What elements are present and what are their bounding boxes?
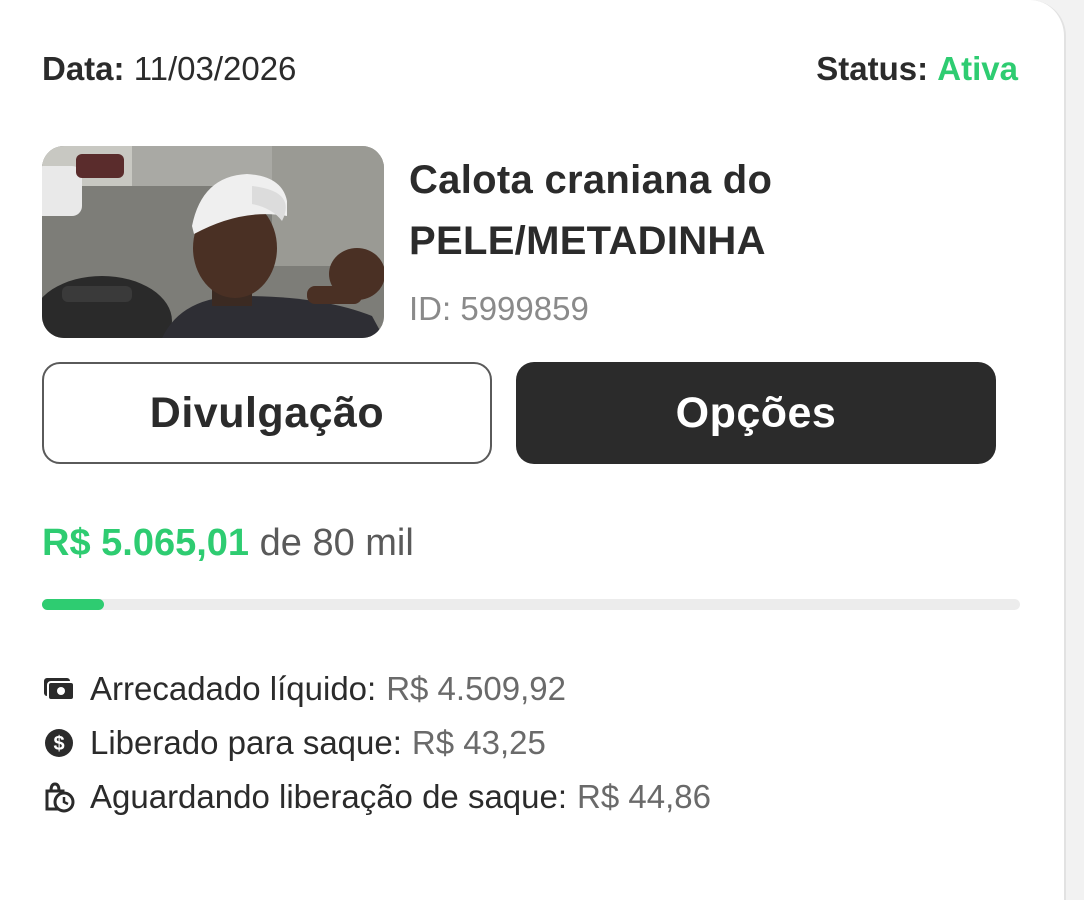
campaign-title-line1: Calota craniana do	[409, 158, 773, 202]
stat-label: Liberado para saque:	[90, 724, 402, 761]
svg-text:$: $	[53, 733, 64, 755]
stat-value: R$ 44,86	[577, 778, 711, 815]
stat-value: R$ 43,25	[411, 724, 546, 761]
options-button[interactable]: Opções	[516, 362, 996, 464]
status-badge: Ativa	[937, 50, 1018, 87]
campaign-thumbnail[interactable]	[42, 146, 384, 338]
campaign-title: Calota craniana do PELE/METADINHA	[409, 150, 1009, 272]
stat-row-pending: Aguardando liberação de saque: R$ 44,86	[42, 770, 711, 824]
stat-label: Arrecadado líquido:	[90, 670, 377, 707]
dollar-coin-icon: $	[42, 726, 76, 760]
stat-row-net-raised: Arrecadado líquido: R$ 4.509,92	[42, 662, 711, 716]
date-info: Data: 11/03/2026	[42, 50, 296, 88]
raised-amount: R$ 5.065,01	[42, 522, 250, 564]
campaign-title-line2: PELE/METADINHA	[409, 219, 766, 263]
goal-text: de 80 mil	[259, 522, 414, 564]
meta-row: Data: 11/03/2026 Status: Ativa	[42, 50, 1018, 88]
progress-bar-fill	[42, 599, 104, 610]
share-button[interactable]: Divulgação	[42, 362, 492, 464]
campaign-photo-image	[42, 146, 384, 338]
money-icon	[42, 672, 76, 706]
status-label: Status:	[816, 50, 929, 87]
stats-list: Arrecadado líquido: R$ 4.509,92 $ Libera…	[42, 662, 711, 824]
progress-summary: R$ 5.065,01 de 80 mil	[42, 522, 414, 565]
campaign-card: Data: 11/03/2026 Status: Ativa Calota cr…	[0, 0, 1066, 900]
stat-label: Aguardando liberação de saque:	[90, 778, 568, 815]
progress-bar	[42, 599, 1020, 610]
stat-row-released: $ Liberado para saque: R$ 43,25	[42, 716, 711, 770]
campaign-id: ID: 5999859	[409, 290, 589, 327]
stat-value: R$ 4.509,92	[386, 670, 567, 707]
bag-clock-icon	[42, 780, 76, 814]
date-value: 11/03/2026	[133, 50, 297, 87]
status-info: Status: Ativa	[816, 50, 1018, 88]
date-label: Data:	[42, 50, 125, 87]
